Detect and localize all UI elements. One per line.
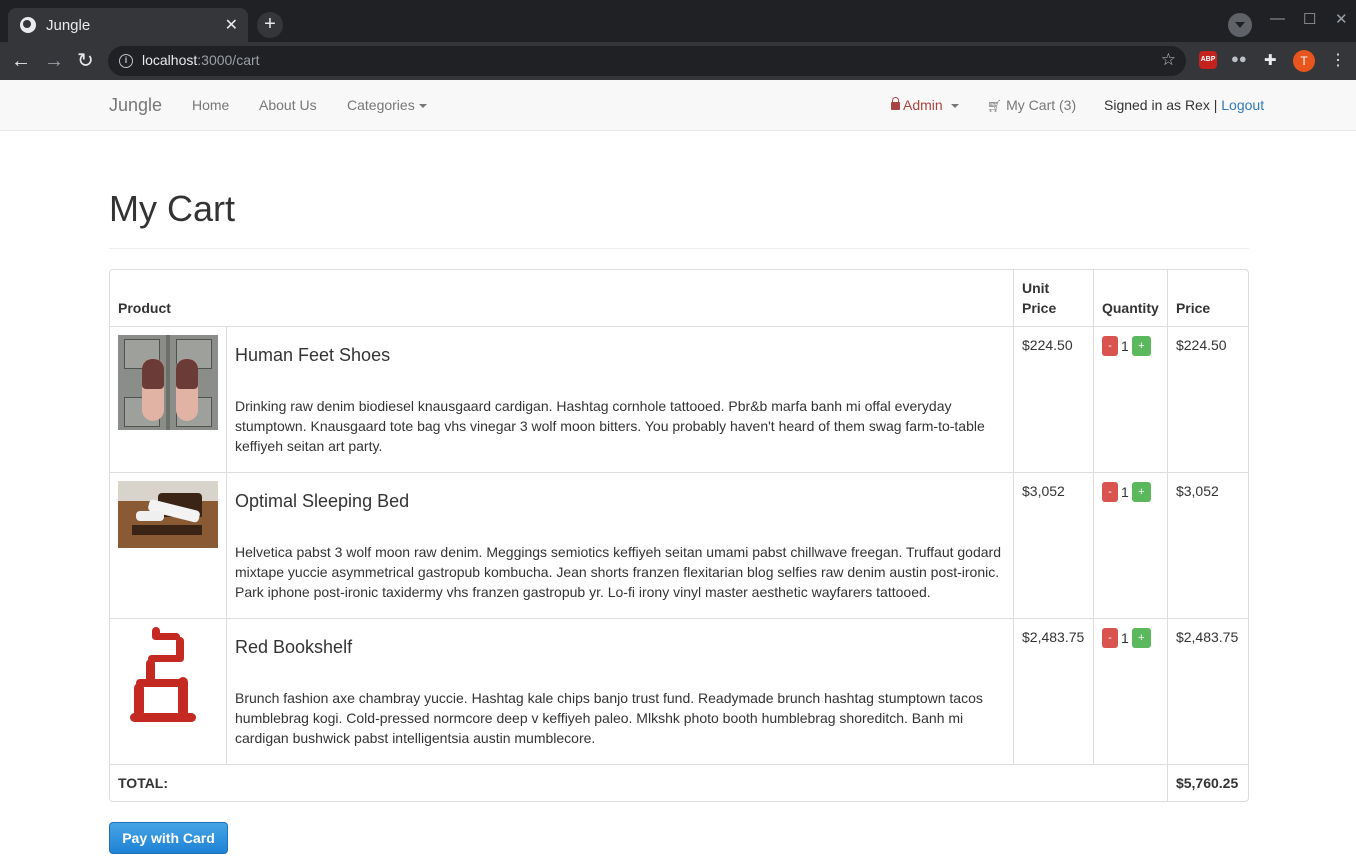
shelf-segment — [146, 659, 155, 683]
browser-tab[interactable]: Jungle ✕ — [8, 8, 248, 42]
product-name: Red Bookshelf — [235, 637, 353, 657]
table-row: Human Feet Shoes Drinking raw denim biod… — [110, 327, 1248, 473]
bed-footboard — [132, 525, 202, 535]
header-unit-price: Unit Price — [1014, 270, 1094, 327]
line-price: $3,052 — [1167, 473, 1248, 619]
cart-table: Product Unit Price Quantity Price Human … — [109, 269, 1249, 802]
profile-avatar[interactable]: T — [1293, 50, 1315, 72]
nav-cart[interactable]: 🛒︎ My Cart (3) — [987, 97, 1076, 113]
puzzle-icon[interactable]: ✚ — [1264, 51, 1282, 69]
nav-categories[interactable]: Categories — [347, 97, 427, 113]
forward-icon[interactable]: → — [44, 49, 64, 73]
signed-in-status: Signed in as Rex | Logout — [1104, 97, 1265, 113]
quantity-cell: -1 + — [1093, 473, 1168, 619]
maximize-icon[interactable]: ☐ — [1303, 10, 1316, 28]
back-icon[interactable]: ← — [11, 49, 31, 73]
product-name: Optimal Sleeping Bed — [235, 491, 410, 511]
shelf-segment — [152, 627, 160, 639]
url-text[interactable]: localhost:3000/cart — [142, 52, 260, 68]
address-bar[interactable]: i localhost:3000/cart ☆ — [108, 46, 1186, 76]
increase-quantity-button[interactable]: + — [1131, 336, 1151, 357]
table-row: Red Bookshelf Brunch fashion axe chambra… — [110, 619, 1248, 765]
quantity-value: 1 — [1120, 338, 1129, 355]
browser-toolbar: ← → ↻ i localhost:3000/cart ☆ ABP ●● ✚ T… — [0, 42, 1356, 80]
unit-price: $3,052 — [1014, 473, 1094, 619]
product-image-cell — [110, 619, 227, 765]
nav-admin[interactable]: Admin — [891, 97, 959, 113]
total-row: TOTAL: $5,760.25 — [110, 765, 1248, 801]
quantity-value: 1 — [1120, 484, 1129, 501]
quantity-value: 1 — [1120, 630, 1129, 647]
quantity-cell: -1 + — [1093, 619, 1168, 765]
product-description: Drinking raw denim biodiesel knausgaard … — [235, 398, 985, 454]
new-tab-button[interactable]: + — [257, 12, 283, 38]
product-name: Human Feet Shoes — [235, 345, 391, 365]
owl-extension-icon[interactable]: ●● — [1231, 51, 1249, 69]
product-info-cell: Optimal Sleeping Bed Helvetica pabst 3 w… — [227, 473, 1014, 619]
line-price: $224.50 — [1167, 327, 1248, 473]
brand-link[interactable]: Jungle — [109, 95, 162, 116]
tab-title: Jungle — [46, 16, 91, 34]
shoe-right — [176, 359, 198, 421]
star-icon[interactable]: ☆ — [1161, 50, 1176, 70]
title-divider — [109, 248, 1249, 249]
product-image[interactable] — [118, 481, 218, 548]
product-image-cell — [110, 473, 227, 619]
table-header-row: Product Unit Price Quantity Price — [110, 270, 1248, 327]
shelf-segment — [136, 679, 186, 687]
browser-tab-strip: Jungle ✕ + — ☐ ✕ — [0, 0, 1356, 42]
shelf-segment — [134, 683, 144, 717]
site-navbar: Jungle Home About Us Categories Admin 🛒︎… — [0, 80, 1356, 131]
increase-quantity-button[interactable]: + — [1131, 628, 1151, 649]
nav-home[interactable]: Home — [192, 97, 229, 113]
product-description: Brunch fashion axe chambray yuccie. Hash… — [235, 690, 983, 746]
close-icon[interactable]: ✕ — [225, 15, 238, 35]
globe-icon — [20, 17, 36, 33]
tab-search-icon[interactable] — [1228, 13, 1252, 37]
shoe-left — [142, 359, 164, 421]
product-info-cell: Human Feet Shoes Drinking raw denim biod… — [227, 327, 1014, 473]
decrease-quantity-button[interactable]: - — [1101, 628, 1118, 649]
minimize-icon[interactable]: — — [1270, 10, 1285, 27]
header-product: Product — [110, 270, 1014, 327]
total-value: $5,760.25 — [1175, 775, 1239, 791]
product-image[interactable] — [118, 335, 218, 430]
decrease-quantity-button[interactable]: - — [1101, 336, 1118, 357]
page-title: My Cart — [109, 188, 235, 229]
product-description: Helvetica pabst 3 wolf moon raw denim. M… — [235, 544, 1001, 600]
shelf-segment — [176, 637, 184, 661]
window-close-icon[interactable]: ✕ — [1335, 10, 1348, 28]
product-info-cell: Red Bookshelf Brunch fashion axe chambra… — [227, 619, 1014, 765]
table-row: Optimal Sleeping Bed Helvetica pabst 3 w… — [110, 473, 1248, 619]
cart-icon: 🛒︎ — [987, 99, 1003, 113]
nav-about[interactable]: About Us — [259, 97, 317, 113]
lock-icon — [891, 97, 900, 110]
header-price: Price — [1167, 270, 1248, 327]
adblock-icon[interactable]: ABP — [1199, 51, 1217, 69]
pay-with-card-button[interactable]: Pay with Card — [109, 822, 228, 854]
logout-link[interactable]: Logout — [1221, 97, 1264, 113]
product-image[interactable] — [118, 627, 218, 727]
line-price: $2,483.75 — [1167, 619, 1248, 765]
caret-down-icon — [418, 104, 427, 109]
info-icon[interactable]: i — [119, 54, 133, 68]
increase-quantity-button[interactable]: + — [1131, 482, 1151, 503]
total-label: TOTAL: — [110, 765, 1168, 801]
bed-sheet — [136, 511, 164, 521]
quantity-cell: -1 + — [1093, 327, 1168, 473]
caret-down-icon — [950, 104, 959, 109]
unit-price: $224.50 — [1014, 327, 1094, 473]
product-image-cell — [110, 327, 227, 473]
menu-dots-icon[interactable]: ⋮ — [1330, 50, 1346, 70]
unit-price: $2,483.75 — [1014, 619, 1094, 765]
decrease-quantity-button[interactable]: - — [1101, 482, 1118, 503]
header-quantity: Quantity — [1093, 270, 1168, 327]
reload-icon[interactable]: ↻ — [77, 49, 94, 73]
